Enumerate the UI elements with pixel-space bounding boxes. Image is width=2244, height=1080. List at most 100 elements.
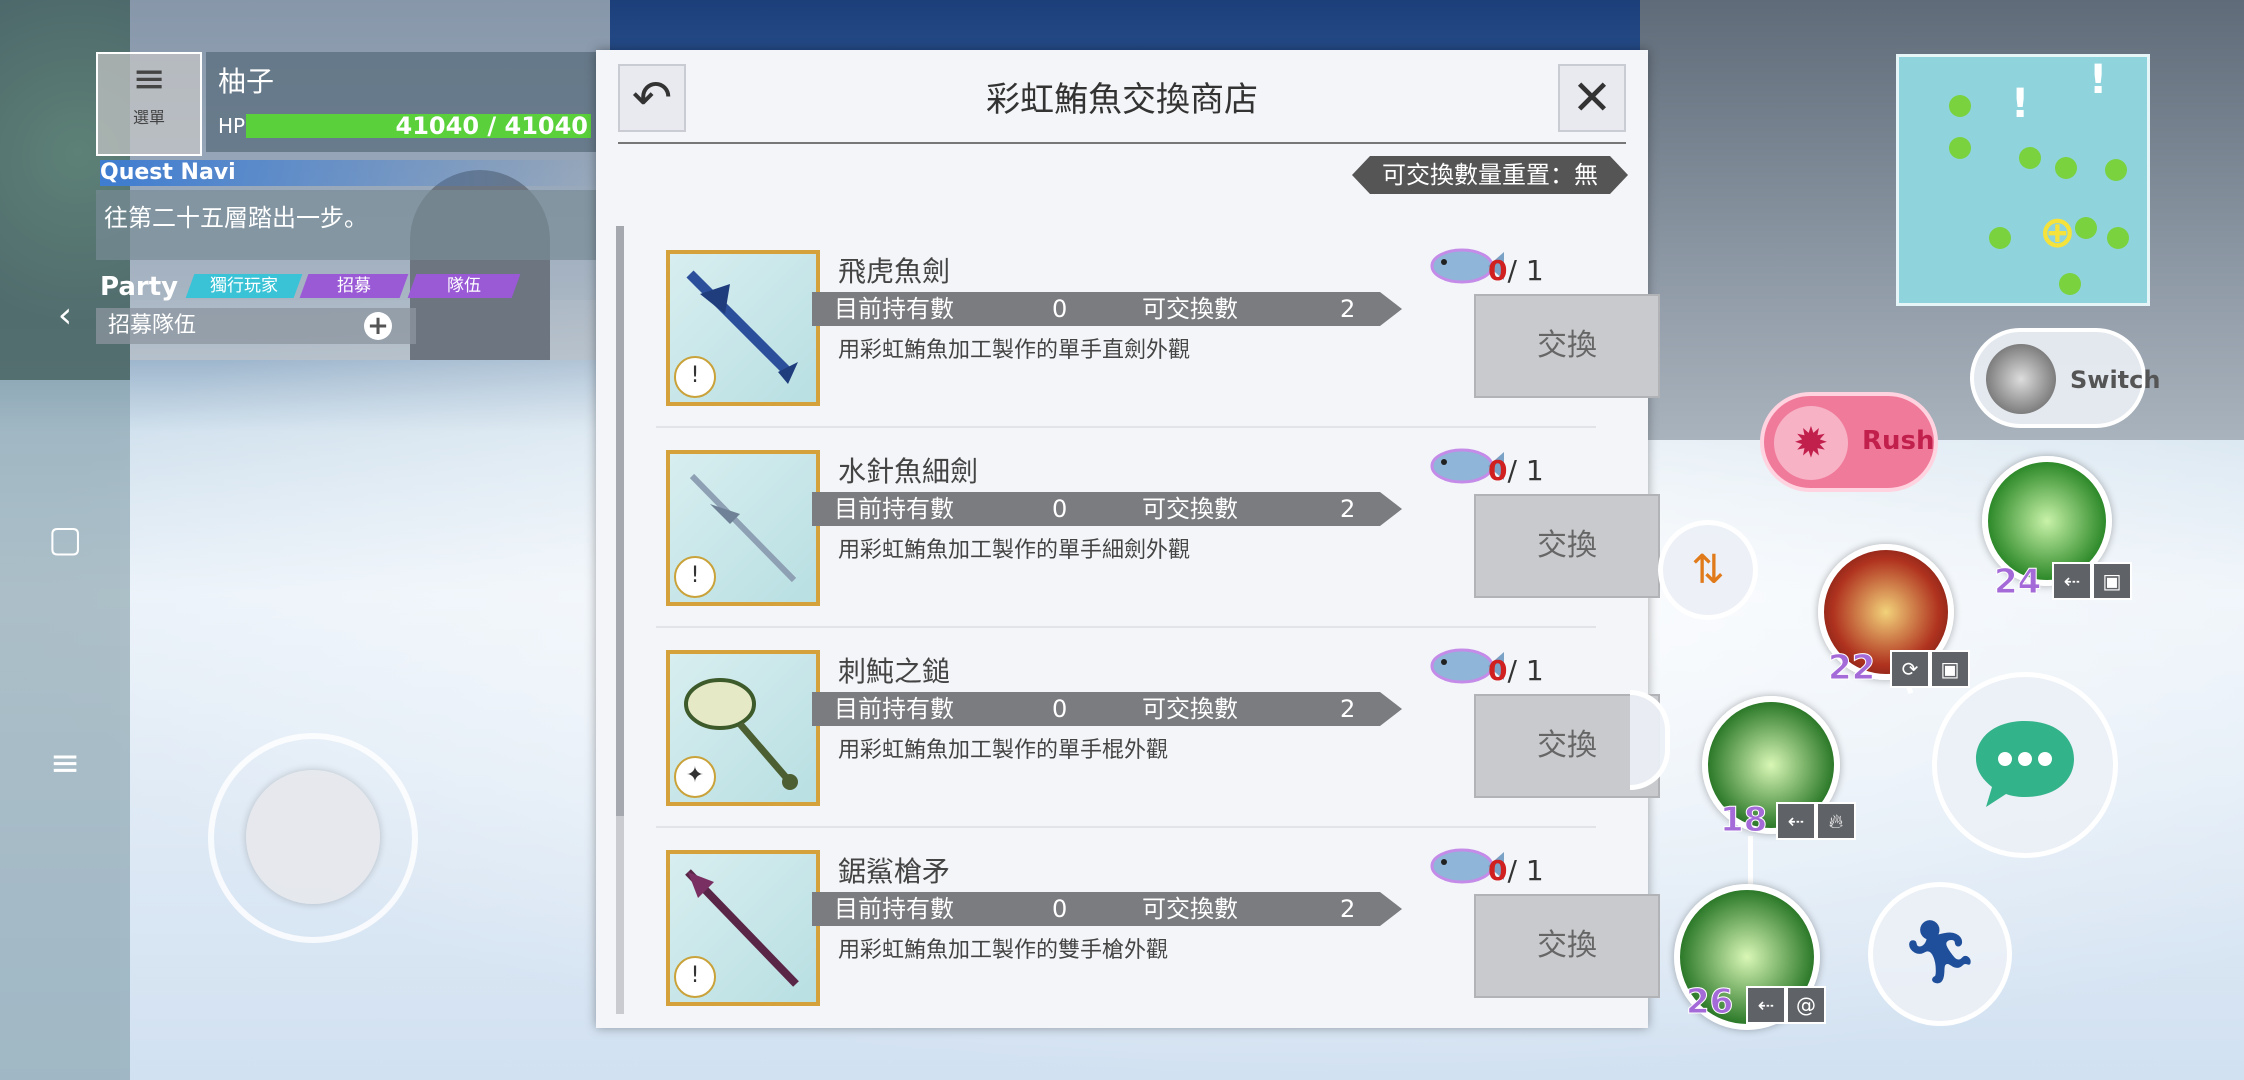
cost-need: / 1 bbox=[1507, 854, 1544, 887]
available-label: 可交換數 bbox=[1142, 895, 1238, 923]
item-stat-bar: 目前持有數 0 可交換數 2 bbox=[812, 692, 1402, 726]
party-tab-recruit[interactable]: 招募 bbox=[299, 274, 409, 298]
exchange-button[interactable]: 交換 bbox=[1474, 494, 1660, 598]
item-name: 飛虎魚劍 bbox=[838, 255, 951, 288]
recents-menu-icon[interactable]: ≡ bbox=[45, 744, 85, 784]
owned-label: 目前持有數 bbox=[834, 895, 954, 923]
minimap-marker bbox=[1949, 137, 1971, 159]
item-divider bbox=[656, 426, 1596, 428]
main-menu-button[interactable]: ≡ 選單 bbox=[96, 52, 202, 156]
close-icon[interactable]: ✕ bbox=[1558, 64, 1626, 132]
exchange-button[interactable]: 交換 bbox=[1474, 294, 1660, 398]
item-description: 用彩虹鮪魚加工製作的雙手槍外觀 bbox=[838, 938, 1169, 963]
fire-skill-icon: 🔥︎ bbox=[1816, 802, 1856, 840]
owned-count: 0 bbox=[1052, 295, 1068, 323]
hp-value: 41040 / 41040 bbox=[395, 112, 588, 140]
item-divider bbox=[656, 826, 1596, 828]
chat-bubble-icon bbox=[1976, 721, 2074, 807]
party-tab-team[interactable]: 隊伍 bbox=[407, 274, 521, 298]
item-stat-bar: 目前持有數 0 可交換數 2 bbox=[812, 292, 1402, 326]
cost-need: / 1 bbox=[1507, 654, 1544, 687]
quest-navi-title[interactable]: Quest Navi bbox=[100, 160, 600, 186]
item-thumbnail[interactable]: ! bbox=[666, 850, 820, 1006]
player-status-panel: 柚子 HP 41040 / 41040 bbox=[206, 52, 596, 152]
reset-info-badge: 可交換數量重置：無 bbox=[1352, 156, 1628, 194]
item-thumbnail[interactable]: ✦ bbox=[666, 650, 820, 806]
sprint-button[interactable]: 🏃︎ bbox=[1868, 882, 2012, 1026]
title-divider bbox=[618, 142, 1626, 144]
exchange-button[interactable]: 交換 bbox=[1474, 894, 1660, 998]
player-target-icon: ⊕ bbox=[2039, 207, 2076, 258]
add-plus-icon[interactable]: + bbox=[364, 312, 392, 340]
item-name: 鋸鯊槍矛 bbox=[838, 855, 951, 888]
cost-counter: 0/ 1 bbox=[1488, 254, 1544, 287]
cost-have: 0 bbox=[1488, 654, 1508, 687]
available-count: 2 bbox=[1340, 295, 1356, 323]
spiral-skill-icon: @ bbox=[1786, 986, 1826, 1024]
arrow-skill-icon: ⇠ bbox=[1776, 802, 1816, 840]
party-tab-solo[interactable]: 獨行玩家 bbox=[185, 274, 303, 298]
back-chevron-icon[interactable]: ‹ bbox=[45, 296, 85, 336]
minimap-marker bbox=[1949, 95, 1971, 117]
joystick-knob[interactable] bbox=[246, 770, 380, 904]
cost-counter: 0/ 1 bbox=[1488, 854, 1544, 887]
available-label: 可交換數 bbox=[1142, 295, 1238, 323]
skill-level: 24 bbox=[1993, 562, 2042, 603]
item-name: 水針魚細劍 bbox=[838, 455, 979, 488]
exchange-shop-dialog: ↶ 彩虹鮪魚交換商店 ✕ 可交換數量重置：無 ! 飛虎魚劍 目前持有數 0 可交… bbox=[596, 50, 1660, 1028]
cost-have: 0 bbox=[1488, 854, 1508, 887]
item-divider bbox=[656, 626, 1596, 628]
minimap-marker bbox=[1989, 227, 2011, 249]
cost-counter: 0/ 1 bbox=[1488, 454, 1544, 487]
cost-need: / 1 bbox=[1507, 254, 1544, 287]
quest-exclamation-icon: ! bbox=[2011, 81, 2030, 127]
minimap-marker bbox=[2107, 227, 2129, 249]
rush-button[interactable]: ✹ Rush bbox=[1760, 392, 1938, 492]
weapon-type-icon: ✦ bbox=[674, 756, 716, 798]
party-tab-recruit-label: 招募 bbox=[337, 276, 371, 296]
skill-level: 26 bbox=[1685, 982, 1734, 1023]
skill-level: 22 bbox=[1827, 648, 1876, 689]
owned-label: 目前持有數 bbox=[834, 495, 954, 523]
item-thumbnail[interactable]: ! bbox=[666, 250, 820, 406]
owned-count: 0 bbox=[1052, 895, 1068, 923]
running-figure-icon: 🏃︎ bbox=[1900, 915, 1980, 988]
switch-button[interactable]: Switch bbox=[1970, 328, 2160, 428]
item-stat-bar: 目前持有數 0 可交換數 2 bbox=[812, 892, 1402, 926]
minimap[interactable]: ! ! ⊕ bbox=[1896, 54, 2150, 306]
weapon-type-icon: ! bbox=[674, 556, 716, 598]
item-thumbnail[interactable]: ! bbox=[666, 450, 820, 606]
scrollbar-thumb[interactable] bbox=[616, 226, 624, 816]
item-stat-bar: 目前持有數 0 可交換數 2 bbox=[812, 492, 1402, 526]
item-description: 用彩虹鮪魚加工製作的單手細劍外觀 bbox=[838, 538, 1191, 563]
available-count: 2 bbox=[1340, 895, 1356, 923]
switch-label: Switch bbox=[2070, 366, 2161, 394]
chat-button[interactable] bbox=[1932, 672, 2118, 858]
shop-item: ! 鋸鯊槍矛 目前持有數 0 可交換數 2 用彩虹鮪魚加工製作的雙手槍外觀 0/… bbox=[656, 848, 1660, 1050]
available-count: 2 bbox=[1340, 695, 1356, 723]
shop-item: ! 水針魚細劍 目前持有數 0 可交換數 2 用彩虹鮪魚加工製作的單手細劍外觀 … bbox=[656, 448, 1660, 650]
owned-label: 目前持有數 bbox=[834, 295, 954, 323]
shop-item: ! 飛虎魚劍 目前持有數 0 可交換數 2 用彩虹鮪魚加工製作的單手直劍外觀 0… bbox=[656, 248, 1660, 450]
rush-label: Rush bbox=[1862, 426, 1935, 456]
hamburger-icon: ≡ bbox=[132, 56, 166, 102]
item-description: 用彩虹鮪魚加工製作的單手直劍外觀 bbox=[838, 338, 1191, 363]
weapon-swap-button[interactable]: ⇅ bbox=[1658, 520, 1758, 620]
available-label: 可交換數 bbox=[1142, 695, 1238, 723]
available-label: 可交換數 bbox=[1142, 495, 1238, 523]
item-description: 用彩虹鮪魚加工製作的單手棍外觀 bbox=[838, 738, 1169, 763]
home-square-icon[interactable]: ▢ bbox=[45, 520, 85, 560]
arrow-skill-icon: ⇠ bbox=[1746, 986, 1786, 1024]
weapon-type-icon: ! bbox=[674, 956, 716, 998]
owned-count: 0 bbox=[1052, 495, 1068, 523]
owned-count: 0 bbox=[1052, 695, 1068, 723]
quest-navi-text[interactable]: 往第二十五層踏出一步。 bbox=[96, 190, 596, 260]
minimap-marker bbox=[2105, 159, 2127, 181]
arrow-skill-icon: ⇠ bbox=[2052, 562, 2092, 600]
menu-label: 選單 bbox=[132, 108, 165, 127]
minimap-marker bbox=[2059, 273, 2081, 295]
minimap-marker bbox=[2055, 157, 2077, 179]
player-name: 柚子 bbox=[218, 65, 275, 98]
cost-need: / 1 bbox=[1507, 454, 1544, 487]
weapon-type-icon: ! bbox=[674, 356, 716, 398]
